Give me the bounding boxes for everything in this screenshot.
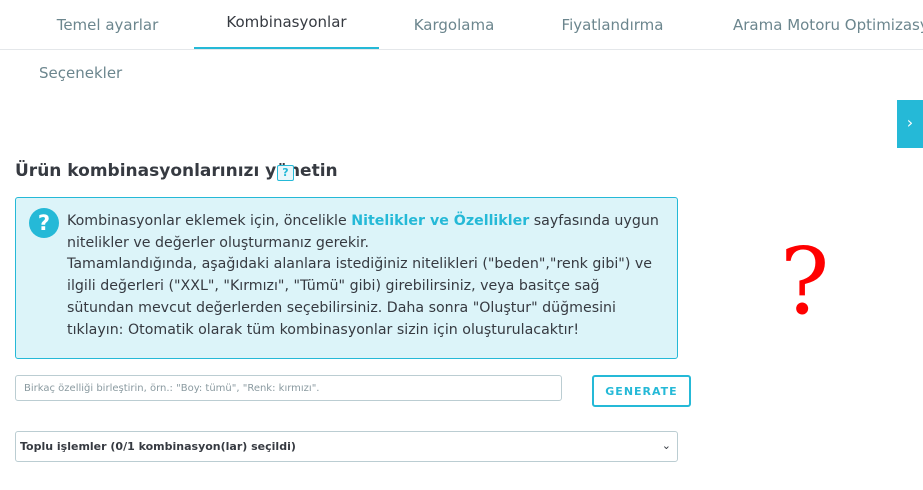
attributes-input[interactable] xyxy=(15,375,562,401)
attributes-features-link[interactable]: Nitelikler ve Özellikler xyxy=(351,213,529,229)
tab-shipping[interactable]: Kargolama xyxy=(395,0,513,49)
bulk-actions-label: Toplu işlemler (0/1 kombinasyon(lar) seç… xyxy=(20,440,296,453)
generate-button[interactable]: GENERATE xyxy=(592,375,691,407)
tab-seo[interactable]: Arama Motoru Optimizasyonu xyxy=(706,0,923,49)
chevron-right-icon: › xyxy=(906,113,914,132)
chevron-down-icon: ⌄ xyxy=(661,439,671,452)
question-mark-placeholder: ? xyxy=(780,228,830,335)
info-alert: ? Kombinasyonlar eklemek için, öncelikle… xyxy=(15,197,678,359)
question-circle-icon: ? xyxy=(29,208,59,238)
tab-basic-settings[interactable]: Temel ayarlar xyxy=(40,0,175,49)
help-icon[interactable]: ? xyxy=(277,165,294,181)
alert-text: Kombinasyonlar eklemek için, öncelikle N… xyxy=(67,211,667,341)
sidebar-toggle-button[interactable]: › xyxy=(897,100,923,148)
tab-combinations[interactable]: Kombinasyonlar xyxy=(194,0,379,49)
tab-pricing[interactable]: Fiyatlandırma xyxy=(545,0,680,49)
alert-text-instructions: Tamamlandığında, aşağıdaki alanlara iste… xyxy=(67,256,652,338)
alert-text-intro: Kombinasyonlar eklemek için, öncelikle xyxy=(67,213,352,229)
subtab-options[interactable]: Seçenekler xyxy=(39,64,122,82)
product-tabs: Temel ayarlar Kombinasyonlar Kargolama F… xyxy=(0,0,923,50)
bulk-actions-select[interactable]: Toplu işlemler (0/1 kombinasyon(lar) seç… xyxy=(15,431,678,462)
